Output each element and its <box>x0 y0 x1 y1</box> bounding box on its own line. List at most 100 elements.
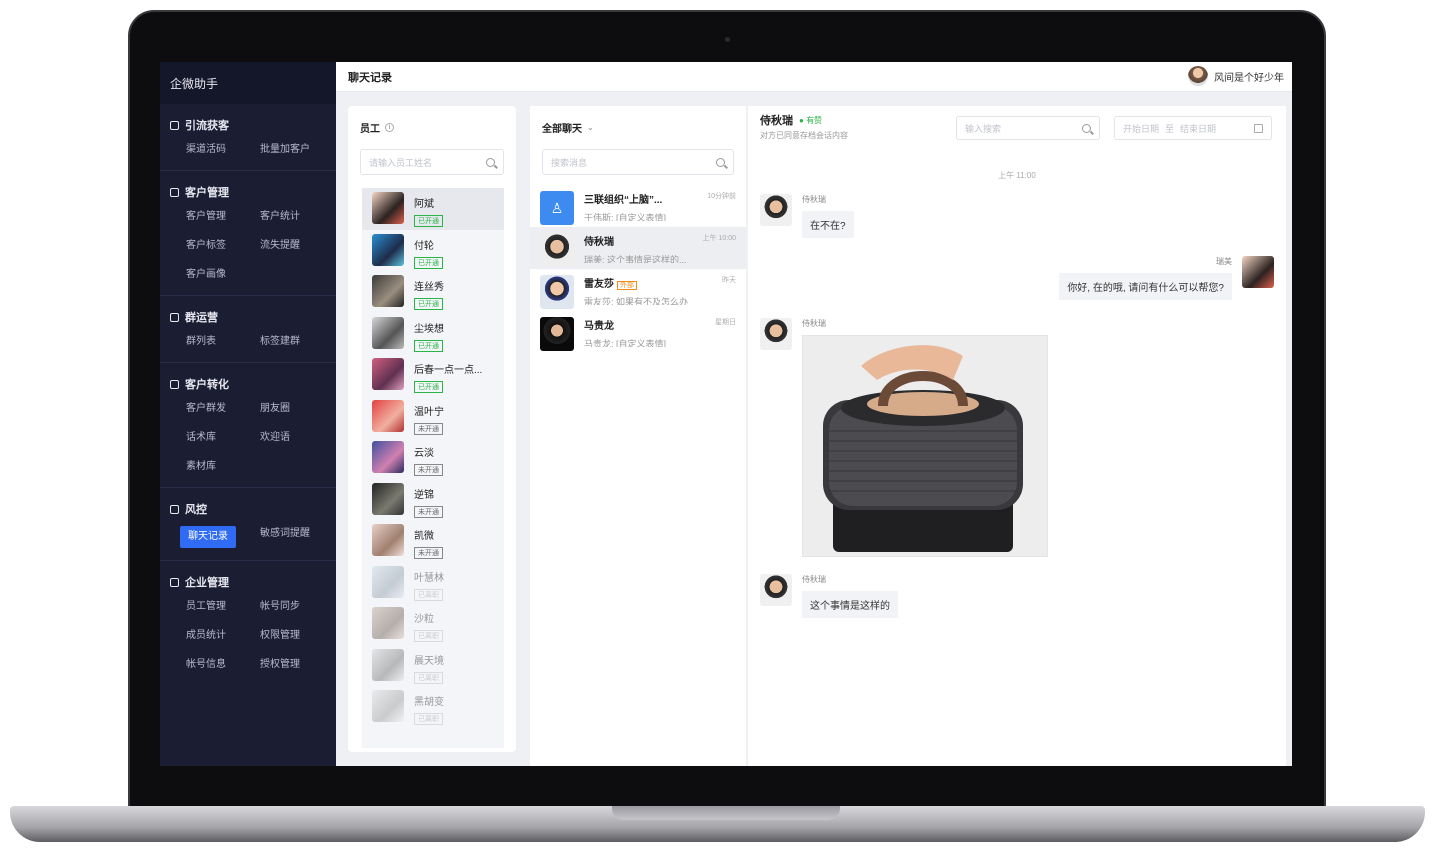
sidebar-item-member-stats[interactable]: 成员统计 <box>186 628 260 644</box>
chat-icon <box>170 312 179 322</box>
group-title[interactable]: 引流获客 <box>170 117 336 133</box>
message: 侍秋瑞 <box>760 318 1048 557</box>
list-item[interactable]: 云淡 未开通 <box>362 437 504 479</box>
chat-preview: 瑞美: 这个事情是这样的... <box>584 255 687 263</box>
sidebar-item-scripts[interactable]: 话术库 <box>186 430 260 446</box>
sidebar-item-staff[interactable]: 员工管理 <box>186 599 260 615</box>
building-icon <box>170 577 179 587</box>
status-badge: 未开通 <box>414 547 443 559</box>
list-item[interactable]: 黑胡变 已离职 <box>362 686 504 728</box>
employee-name: 沙粒 <box>414 614 434 625</box>
avatar <box>540 233 574 267</box>
employee-panel-title: 员工 i <box>348 106 516 135</box>
start-date: 开始日期 <box>1123 123 1160 134</box>
group-label: 群运营 <box>185 312 218 324</box>
sidebar-item-chat-records[interactable]: 聊天记录 <box>180 526 236 548</box>
avatar <box>760 318 792 350</box>
sender-name: 侍秋瑞 <box>802 195 826 204</box>
list-item[interactable]: 叶慧林 已离职 <box>362 562 504 604</box>
chat-preview: 于伟斯: [自定义表情] <box>584 213 667 221</box>
sidebar-item-broadcast[interactable]: 客户群发 <box>186 401 260 417</box>
conversation-subtitle: 对方已同意存档会话内容 <box>760 131 848 140</box>
search-icon[interactable] <box>1082 123 1091 133</box>
chat-filter-dropdown[interactable]: 全部聊天 ⌄ <box>530 106 746 135</box>
chat-item[interactable]: 侍秋瑞 上午 10:00 瑞美: 这个事情是这样的... <box>530 227 746 269</box>
list-item[interactable]: 逆锦 未开通 <box>362 479 504 521</box>
avatar <box>372 399 404 432</box>
group-title[interactable]: 风控 <box>170 501 336 517</box>
group-label: 客户转化 <box>185 379 229 391</box>
external-tag: 外部 <box>617 281 637 290</box>
search-placeholder: 输入搜索 <box>965 123 1002 134</box>
list-item[interactable]: 沙粒 已离职 <box>362 603 504 645</box>
sidebar-item-sensitive-words[interactable]: 敏感词提醒 <box>260 526 334 542</box>
list-item[interactable]: 尘埃想 已开通 <box>362 313 504 355</box>
sidebar-item-batch-add[interactable]: 批量加客户 <box>260 142 334 158</box>
avatar <box>540 317 574 351</box>
topbar: 聊天记录 风间是个好少年 <box>336 62 1292 92</box>
chat-filter-label: 全部聊天 <box>542 124 582 135</box>
user-menu[interactable]: 风间是个好少年 <box>1188 66 1284 86</box>
group-title[interactable]: 客户管理 <box>170 184 336 200</box>
sidebar-item-moments[interactable]: 朋友圈 <box>260 401 334 417</box>
sidebar-item-authorization[interactable]: 授权管理 <box>260 657 334 673</box>
list-item[interactable]: 温叶宁 未开通 <box>362 396 504 438</box>
group-title[interactable]: 客户转化 <box>170 376 336 392</box>
avatar <box>1242 256 1274 288</box>
user-name: 风间是个好少年 <box>1214 72 1284 84</box>
sender-name: 侍秋瑞 <box>802 319 826 328</box>
sidebar-item-permissions[interactable]: 权限管理 <box>260 628 334 644</box>
sidebar-item-customer-profile[interactable]: 客户画像 <box>186 267 260 283</box>
chat-search-input[interactable]: 搜索消息 <box>542 149 734 175</box>
date-range-picker[interactable]: 开始日期至结束日期 <box>1114 116 1272 140</box>
sidebar-item-customer-tags[interactable]: 客户标签 <box>186 238 260 254</box>
employee-name: 黑胡变 <box>414 697 444 708</box>
list-item[interactable]: 凯微 未开通 <box>362 520 504 562</box>
calendar-icon <box>1254 123 1263 133</box>
search-icon[interactable] <box>486 157 495 167</box>
info-icon[interactable]: i <box>385 123 394 132</box>
product-image[interactable] <box>802 335 1048 557</box>
sidebar-item-channel-code[interactable]: 渠道活码 <box>186 142 260 158</box>
status-badge: ● 有赞 <box>799 115 823 125</box>
group-title[interactable]: 企业管理 <box>170 574 336 590</box>
search-placeholder: 搜索消息 <box>551 157 588 168</box>
magnet-icon <box>170 120 179 130</box>
chat-item[interactable]: 马贵龙 星期日 马贵龙: [自定义表情] <box>530 311 746 353</box>
chat-item[interactable]: 雷友莎 外部 昨天 雷友莎: 如果有不及怎么办 <box>530 269 746 311</box>
speaker-photo <box>803 336 1047 556</box>
group-title[interactable]: 群运营 <box>170 309 336 325</box>
sidebar-item-account-info[interactable]: 帐号信息 <box>186 657 260 673</box>
status-badge: 未开通 <box>414 422 443 435</box>
status-badge: 未开通 <box>414 505 443 518</box>
sidebar-item-account-sync[interactable]: 帐号同步 <box>260 599 334 615</box>
list-item[interactable]: 连丝秀 已开通 <box>362 271 504 313</box>
app-screen: 企微助手 引流获客 渠道活码 批量加客户 客户管理 客户管理 客户统计 客户标签… <box>160 62 1292 766</box>
list-item[interactable]: 后春一点一点... 已开通 <box>362 354 504 396</box>
sidebar-group-risk: 风控 聊天记录 敏感词提醒 <box>160 488 336 561</box>
sidebar-item-welcome[interactable]: 欢迎语 <box>260 430 334 446</box>
list-item[interactable]: 付轮 已开通 <box>362 230 504 272</box>
avatar <box>372 565 404 598</box>
search-icon[interactable] <box>716 157 725 167</box>
sidebar-item-tag-group[interactable]: 标签建群 <box>260 334 334 350</box>
employee-name: 逆锦 <box>414 489 434 501</box>
group-chat-icon: ♙ <box>540 191 574 225</box>
sidebar-item-churn-alert[interactable]: 流失提醒 <box>260 238 334 254</box>
message-search-input[interactable]: 输入搜索 <box>956 116 1100 140</box>
list-item[interactable]: 阿斌 已开通 <box>362 188 504 230</box>
sidebar-item-customer-manage[interactable]: 客户管理 <box>186 209 260 225</box>
sidebar-item-group-list[interactable]: 群列表 <box>186 334 260 350</box>
message-bubble: 这个事情是这样的 <box>802 591 898 618</box>
avatar <box>372 275 404 307</box>
avatar <box>372 316 404 349</box>
sidebar-item-customer-stats[interactable]: 客户统计 <box>260 209 334 225</box>
employee-search-input[interactable]: 请输入员工姓名 <box>360 149 504 175</box>
sidebar-item-materials[interactable]: 素材库 <box>186 459 260 475</box>
time-separator: 上午 11:00 <box>998 171 1036 180</box>
status-badge: 已离职 <box>414 671 443 684</box>
list-item[interactable]: 晨天境 已离职 <box>362 645 504 687</box>
chat-time: 10分钟前 <box>707 193 736 200</box>
chat-item[interactable]: ♙ 三联组织“上脑”... 10分钟前 于伟斯: [自定义表情] <box>530 185 746 227</box>
chat-list-panel: 全部聊天 ⌄ 搜索消息 ♙ 三联组织“上脑”... 10分钟前 于伟斯: [自定义表情… <box>530 106 746 766</box>
